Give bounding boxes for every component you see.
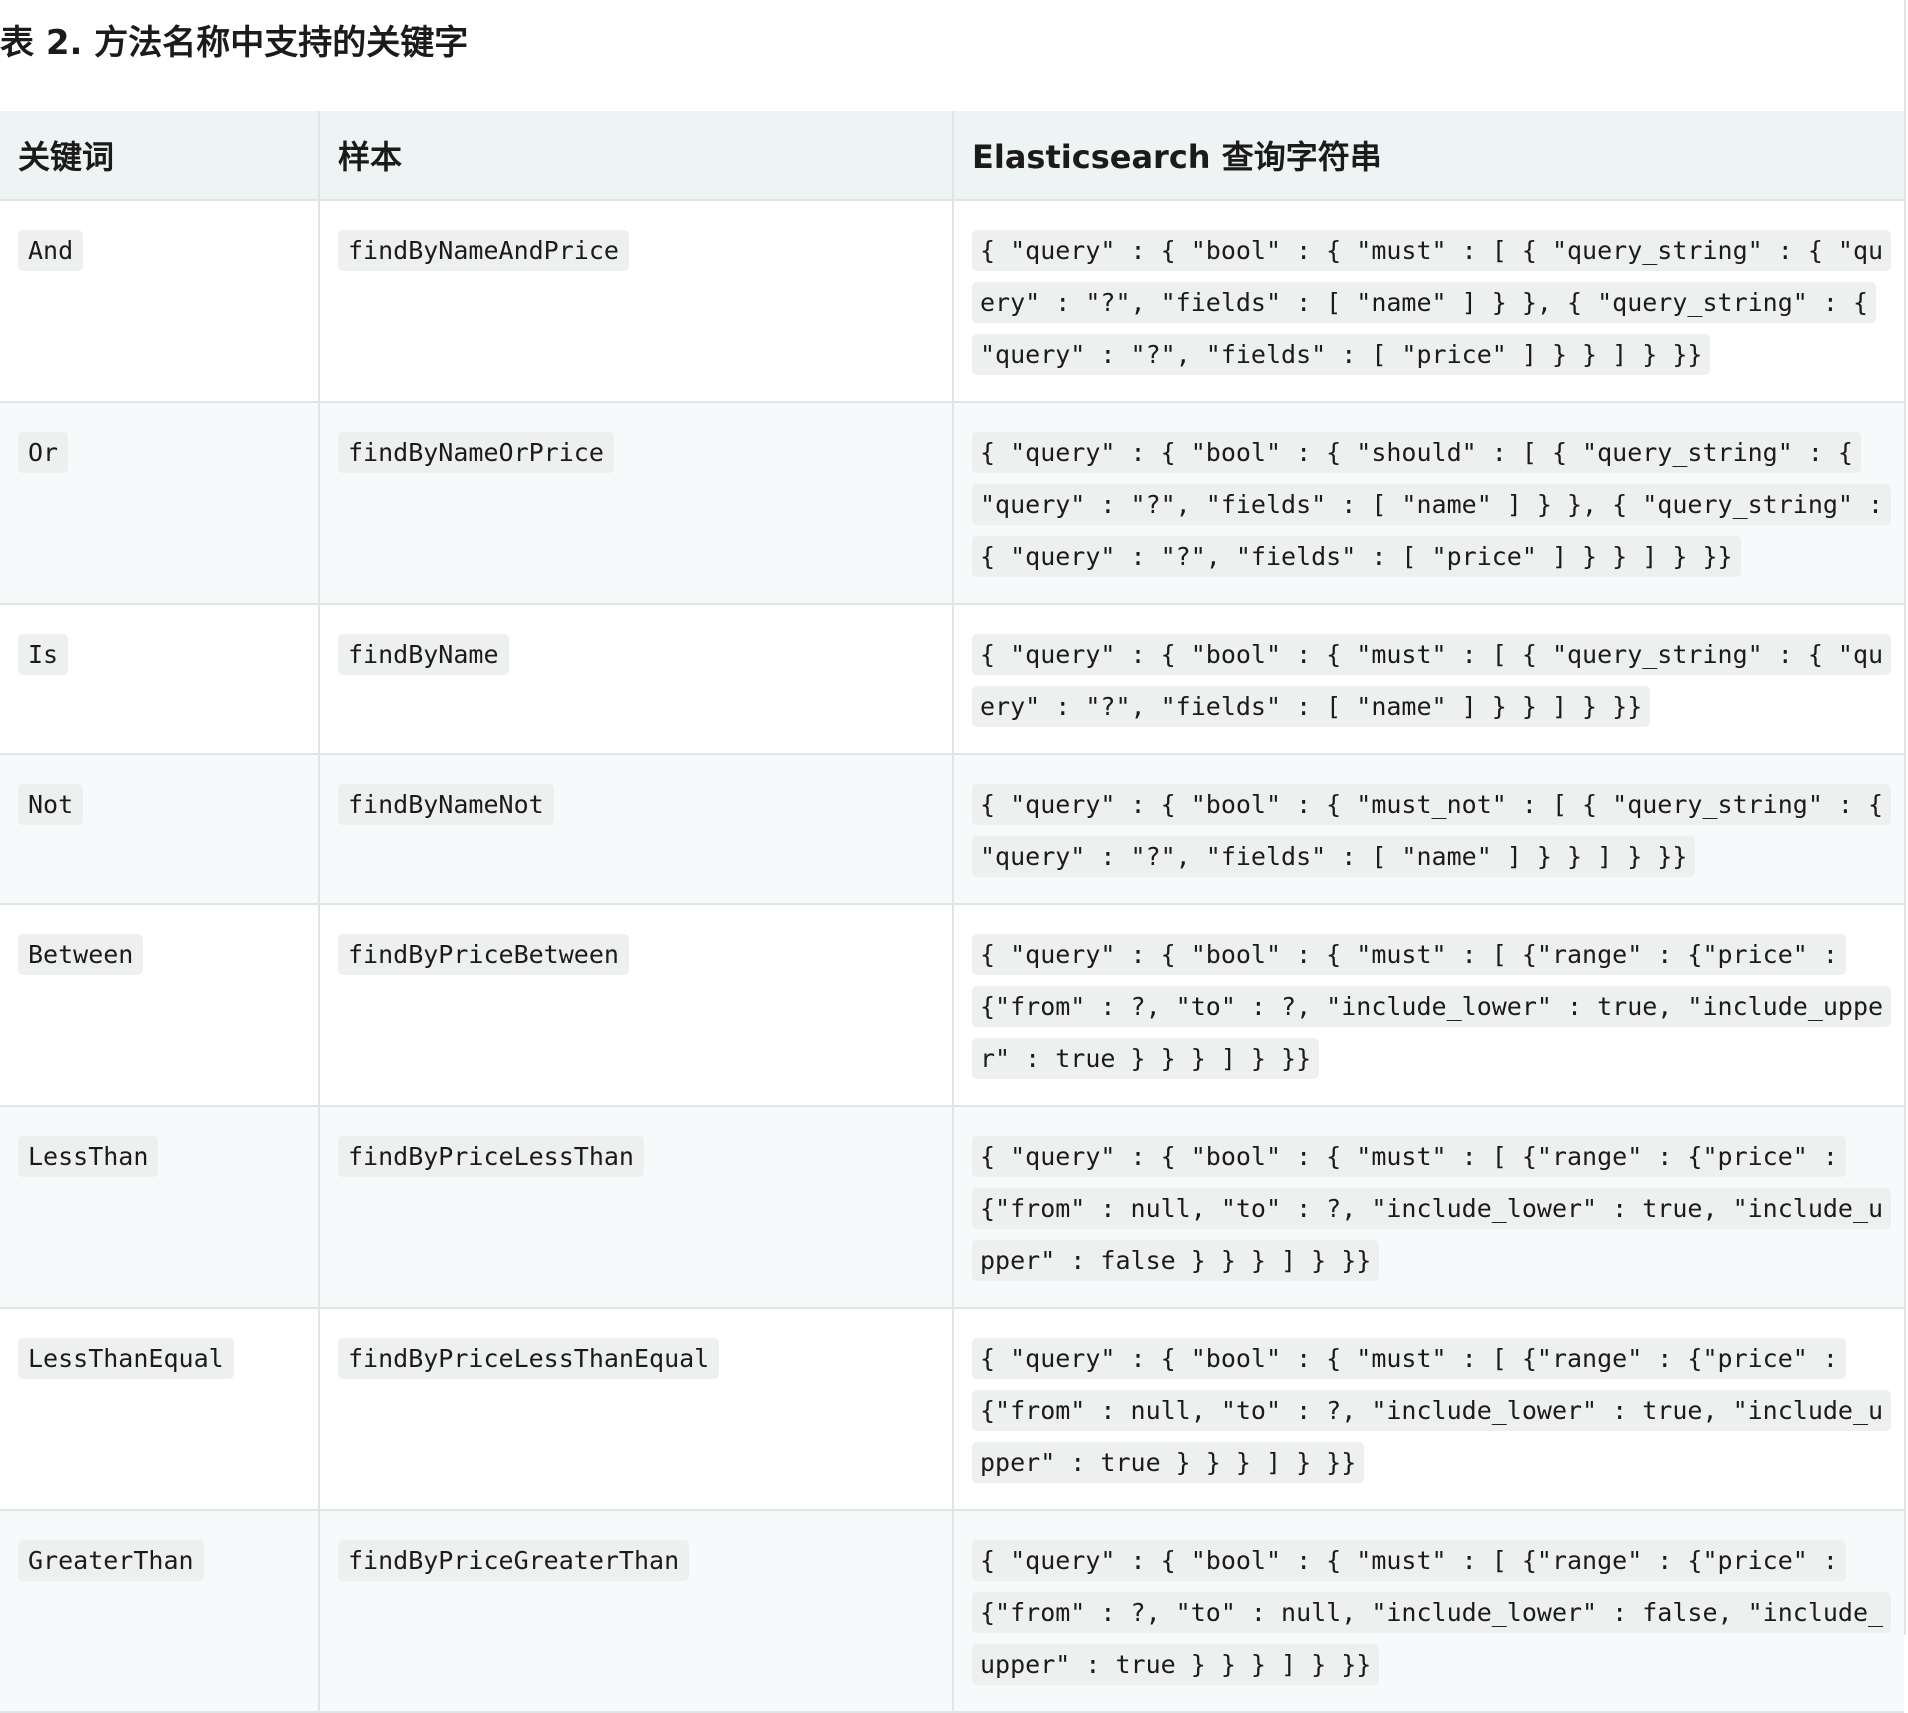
keyword-code: And xyxy=(18,230,84,271)
query-cell: { "query" : { "bool" : { "must" : [ {"ra… xyxy=(952,904,1904,1107)
query-string-code: { "query" : { "bool" : { "must_not" : [ … xyxy=(972,784,1892,877)
table-row: GreaterThan findByPriceGreaterThan { "qu… xyxy=(0,1510,1904,1713)
sample-method-code: findByName xyxy=(338,634,509,675)
keyword-cell: GreaterThan xyxy=(0,1510,319,1713)
page-right-border xyxy=(1904,0,1906,1635)
query-string-code: { "query" : { "bool" : { "must" : [ {"ra… xyxy=(972,1540,1892,1685)
query-string-code: { "query" : { "bool" : { "must" : [ { "q… xyxy=(972,230,1892,375)
keyword-cell: Is xyxy=(0,604,319,755)
keyword-code: LessThanEqual xyxy=(18,1338,234,1379)
query-cell: { "query" : { "bool" : { "must" : [ {"ra… xyxy=(952,1106,1904,1309)
sample-method-code: findByPriceBetween xyxy=(338,934,629,975)
sample-method-code: findByPriceLessThanEqual xyxy=(338,1338,720,1379)
table-row: And findByNameAndPrice { "query" : { "bo… xyxy=(0,200,1904,403)
query-string-code: { "query" : { "bool" : { "should" : [ { … xyxy=(972,432,1892,577)
keyword-cell: Not xyxy=(0,754,319,905)
sample-method-code: findByNameNot xyxy=(338,784,554,825)
query-cell: { "query" : { "bool" : { "must" : [ {"ra… xyxy=(952,1510,1904,1713)
keyword-cell: Or xyxy=(0,402,319,605)
table-caption: 表 2. 方法名称中支持的关键字 xyxy=(0,23,469,63)
sample-cell: findByNameAndPrice xyxy=(318,200,953,403)
keyword-cell: LessThan xyxy=(0,1106,319,1309)
query-cell: { "query" : { "bool" : { "must" : [ { "q… xyxy=(952,604,1904,755)
column-header-sample: 样本 xyxy=(318,111,953,201)
sample-cell: findByPriceLessThanEqual xyxy=(318,1308,953,1511)
table-row: LessThanEqual findByPriceLessThanEqual {… xyxy=(0,1308,1904,1511)
sample-method-code: findByPriceLessThan xyxy=(338,1136,644,1177)
sample-cell: findByPriceGreaterThan xyxy=(318,1510,953,1713)
column-header-keyword: 关键词 xyxy=(0,111,319,201)
keyword-code: LessThan xyxy=(18,1136,159,1177)
keyword-cell: LessThanEqual xyxy=(0,1308,319,1511)
keyword-code: Is xyxy=(18,634,69,675)
keyword-code: Between xyxy=(18,934,144,975)
query-string-code: { "query" : { "bool" : { "must" : [ {"ra… xyxy=(972,1338,1892,1483)
keyword-code: GreaterThan xyxy=(18,1540,204,1581)
table-header: 关键词 样本 Elasticsearch 查询字符串 xyxy=(0,111,1904,201)
sample-cell: findByPriceBetween xyxy=(318,904,953,1107)
query-cell: { "query" : { "bool" : { "must_not" : [ … xyxy=(952,754,1904,905)
keyword-code: Or xyxy=(18,432,69,473)
keyword-code: Not xyxy=(18,784,84,825)
sample-cell: findByPriceLessThan xyxy=(318,1106,953,1309)
column-header-query: Elasticsearch 查询字符串 xyxy=(952,111,1904,201)
header-row: 关键词 样本 Elasticsearch 查询字符串 xyxy=(0,111,1904,201)
query-cell: { "query" : { "bool" : { "must" : [ {"ra… xyxy=(952,1308,1904,1511)
table-row: Or findByNameOrPrice { "query" : { "bool… xyxy=(0,402,1904,605)
sample-method-code: findByNameOrPrice xyxy=(338,432,614,473)
query-cell: { "query" : { "bool" : { "should" : [ { … xyxy=(952,402,1904,605)
sample-method-code: findByPriceGreaterThan xyxy=(338,1540,690,1581)
query-string-code: { "query" : { "bool" : { "must" : [ { "q… xyxy=(972,634,1892,727)
table-row: Is findByName { "query" : { "bool" : { "… xyxy=(0,604,1904,755)
table-row: Between findByPriceBetween { "query" : {… xyxy=(0,904,1904,1107)
query-string-code: { "query" : { "bool" : { "must" : [ {"ra… xyxy=(972,1136,1892,1281)
sample-cell: findByNameNot xyxy=(318,754,953,905)
table-body: And findByNameAndPrice { "query" : { "bo… xyxy=(0,200,1904,1713)
query-string-code: { "query" : { "bool" : { "must" : [ {"ra… xyxy=(972,934,1892,1079)
keywords-table: 关键词 样本 Elasticsearch 查询字符串 And findByNam… xyxy=(0,111,1904,1713)
table-row: Not findByNameNot { "query" : { "bool" :… xyxy=(0,754,1904,905)
sample-method-code: findByNameAndPrice xyxy=(338,230,629,271)
sample-cell: findByNameOrPrice xyxy=(318,402,953,605)
keyword-cell: And xyxy=(0,200,319,403)
sample-cell: findByName xyxy=(318,604,953,755)
keyword-cell: Between xyxy=(0,904,319,1107)
query-cell: { "query" : { "bool" : { "must" : [ { "q… xyxy=(952,200,1904,403)
table-row: LessThan findByPriceLessThan { "query" :… xyxy=(0,1106,1904,1309)
